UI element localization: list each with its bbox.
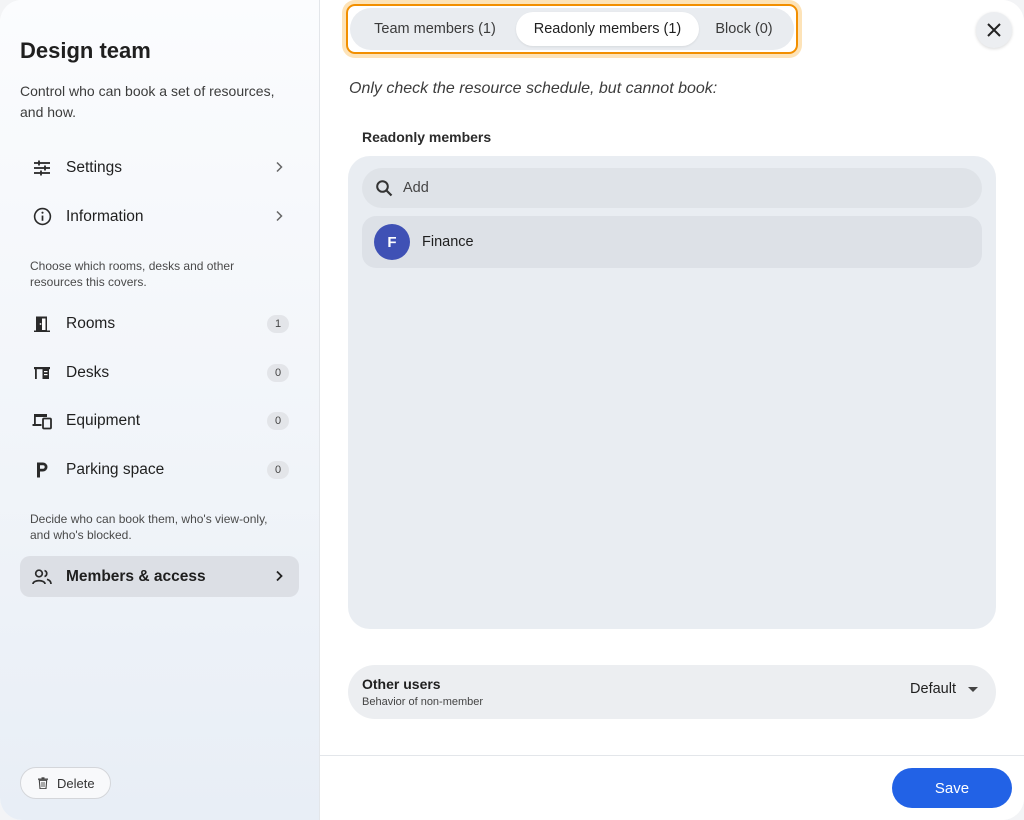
main-panel: Team members (1) Readonly members (1) Bl… xyxy=(320,0,1024,820)
count-badge: 0 xyxy=(267,364,289,382)
delete-button[interactable]: Delete xyxy=(20,767,111,799)
delete-label: Delete xyxy=(57,775,95,791)
sidebar-item-label: Parking space xyxy=(66,460,165,478)
footer: Save xyxy=(320,755,1024,820)
member-name: Finance xyxy=(422,234,474,250)
avatar: F xyxy=(374,224,410,260)
sidebar-item-label: Equipment xyxy=(66,411,141,429)
close-button[interactable] xyxy=(976,12,1012,48)
sidebar-description: Control who can book a set of resources,… xyxy=(20,83,275,120)
chevron-right-icon xyxy=(276,210,283,222)
desk-icon xyxy=(32,363,52,383)
save-button[interactable]: Save xyxy=(892,768,1012,808)
chevron-right-icon xyxy=(276,161,283,173)
other-users-row: Other users Behavior of non-member Defau… xyxy=(348,665,996,719)
sidebar-item-rooms[interactable]: Rooms 1 xyxy=(20,303,299,344)
members-hint: Decide who can book them, who's view-onl… xyxy=(30,512,268,542)
sliders-icon xyxy=(32,158,52,178)
resources-hint: Choose which rooms, desks and other reso… xyxy=(30,259,235,289)
devices-icon xyxy=(32,411,52,431)
sidebar-item-label: Information xyxy=(66,207,144,225)
trash-icon xyxy=(38,777,48,789)
select-value: Default xyxy=(910,681,956,697)
chevron-right-icon xyxy=(276,570,283,582)
search-icon xyxy=(376,180,393,197)
people-icon xyxy=(32,567,52,587)
sidebar-title: Design team xyxy=(20,38,151,63)
add-member-search[interactable] xyxy=(362,168,982,208)
sidebar: Design team Control who can book a set o… xyxy=(0,0,320,820)
search-input[interactable] xyxy=(403,180,963,196)
members-panel: F Finance xyxy=(348,156,996,629)
sidebar-item-members-access[interactable]: Members & access xyxy=(20,556,299,597)
sidebar-item-parking[interactable]: Parking space 0 xyxy=(20,449,299,490)
other-users-select[interactable]: Default xyxy=(910,681,978,697)
section-label: Readonly members xyxy=(362,129,492,145)
tab-team-members[interactable]: Team members (1) xyxy=(354,12,516,46)
parking-icon xyxy=(32,460,52,480)
tab-readonly-members[interactable]: Readonly members (1) xyxy=(516,12,699,46)
sidebar-item-label: Settings xyxy=(66,158,123,176)
count-badge: 1 xyxy=(267,315,289,333)
other-users-title: Other users xyxy=(362,676,441,692)
sidebar-item-equipment[interactable]: Equipment 0 xyxy=(20,400,299,441)
sidebar-item-label: Desks xyxy=(66,363,110,381)
caret-down-icon xyxy=(968,686,978,692)
list-item[interactable]: F Finance xyxy=(362,216,982,268)
page-subtitle: Only check the resource schedule, but ca… xyxy=(349,80,718,97)
door-icon xyxy=(32,314,52,334)
sidebar-item-settings[interactable]: Settings xyxy=(20,147,299,188)
close-icon xyxy=(987,23,1001,37)
count-badge: 0 xyxy=(267,461,289,479)
tab-block[interactable]: Block (0) xyxy=(699,12,789,46)
tab-bar: Team members (1) Readonly members (1) Bl… xyxy=(350,8,794,50)
dialog: Design team Control who can book a set o… xyxy=(0,0,1024,820)
other-users-subtitle: Behavior of non-member xyxy=(362,696,484,708)
sidebar-item-information[interactable]: Information xyxy=(20,196,299,237)
count-badge: 0 xyxy=(267,412,289,430)
info-icon xyxy=(32,207,52,227)
sidebar-item-label: Rooms xyxy=(66,314,116,332)
sidebar-item-label: Members & access xyxy=(66,567,206,585)
sidebar-item-desks[interactable]: Desks 0 xyxy=(20,352,299,393)
